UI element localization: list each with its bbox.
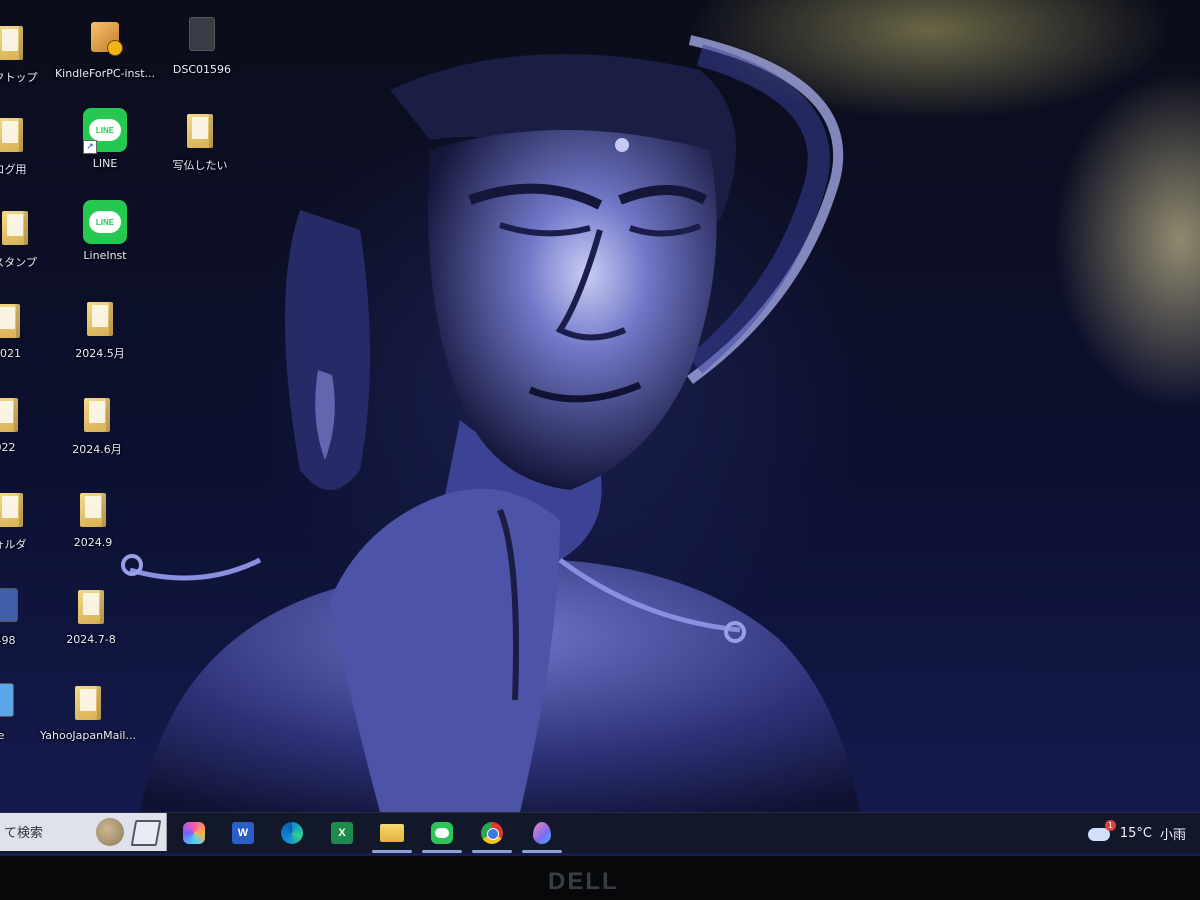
system-tray: 1 15°C 小雨 bbox=[1087, 813, 1186, 853]
taskbar-app-word[interactable]: W bbox=[227, 817, 259, 849]
taskbar-app-excel[interactable]: X bbox=[326, 817, 358, 849]
desktop-icon-label: DSC01596 bbox=[172, 63, 232, 76]
folder-icon bbox=[178, 108, 222, 154]
weather-widget-icon[interactable]: 1 bbox=[1087, 820, 1116, 842]
folder-icon bbox=[0, 487, 32, 533]
photo-icon bbox=[180, 14, 224, 60]
desktop-screen: スクトップ ログ用 スタンプ 2021 022 ォルダ 498 e Kindle… bbox=[0, 0, 1200, 856]
excel-icon: X bbox=[331, 822, 353, 844]
word-icon: W bbox=[232, 822, 254, 844]
running-indicator bbox=[372, 850, 412, 853]
folder-icon bbox=[71, 487, 115, 533]
monitor-brand-logo: DELL bbox=[548, 868, 619, 895]
desktop-icon-label: LINE bbox=[92, 157, 118, 170]
taskbar: て検索 W X 1 15°C 小雨 bbox=[0, 812, 1200, 853]
copilot-icon bbox=[183, 822, 205, 844]
desktop-icon[interactable]: DSC01596 bbox=[147, 14, 257, 76]
desktop-icon[interactable]: 2024.9 bbox=[38, 487, 148, 549]
desktop-icon-label: 2024.9 bbox=[73, 536, 113, 549]
desktop-icon[interactable]: 写仏したい bbox=[145, 108, 255, 173]
folder-icon bbox=[380, 824, 404, 842]
line-app-icon: LINE ↗ bbox=[83, 108, 127, 154]
taskbar-app-chrome[interactable] bbox=[472, 817, 512, 853]
folder-icon bbox=[0, 112, 32, 158]
taskbar-app-line[interactable] bbox=[422, 817, 462, 853]
desktop-icon[interactable]: KindleForPC-inst... bbox=[50, 18, 160, 80]
line-app-icon: LINE bbox=[83, 200, 127, 246]
weather-temperature[interactable]: 15°C bbox=[1120, 826, 1152, 841]
folder-icon bbox=[0, 298, 29, 344]
search-placeholder: て検索 bbox=[4, 826, 44, 841]
folder-icon bbox=[66, 680, 110, 726]
folder-icon bbox=[69, 584, 113, 630]
edge-icon bbox=[281, 822, 303, 844]
taskbar-app-droplet[interactable] bbox=[522, 817, 562, 853]
running-indicator bbox=[522, 850, 562, 853]
taskbar-app-edge[interactable] bbox=[276, 817, 308, 849]
desktop-icon-label: LineInst bbox=[83, 249, 127, 262]
desktop-icon-label: 写仏したい bbox=[172, 159, 228, 172]
folder-icon bbox=[0, 392, 27, 438]
taskbar-app-copilot[interactable] bbox=[178, 817, 210, 849]
running-indicator bbox=[472, 850, 512, 853]
desktop-icon[interactable]: YahooJapanMail... bbox=[33, 680, 143, 742]
desktop-icon[interactable]: 2024.6月 bbox=[42, 392, 152, 457]
folder-icon bbox=[0, 205, 37, 251]
droplet-icon bbox=[533, 822, 551, 844]
desktop-icon-label: 2024.5月 bbox=[75, 347, 125, 360]
desktop-icon-label: YahooJapanMail... bbox=[40, 729, 136, 742]
weather-condition[interactable]: 小雨 bbox=[1160, 824, 1186, 843]
taskbar-app-file-explorer[interactable] bbox=[372, 817, 412, 853]
desktop-icon[interactable]: LINE ↗ LINE bbox=[50, 108, 160, 170]
desktop-icon[interactable]: 2024.7-8 bbox=[36, 584, 146, 646]
search-widget-icon[interactable] bbox=[130, 820, 162, 846]
search-highlight-icon[interactable] bbox=[96, 818, 124, 846]
app-icon bbox=[0, 680, 23, 726]
chrome-icon bbox=[481, 822, 503, 844]
taskbar-search-box[interactable]: て検索 bbox=[0, 813, 167, 851]
folder-icon bbox=[75, 392, 119, 438]
desktop-icon[interactable]: 2024.5月 bbox=[45, 296, 155, 361]
line-icon bbox=[431, 822, 453, 844]
desktop-icon-label: KindleForPC-inst... bbox=[54, 67, 156, 80]
desktop-icon-label: 2024.6月 bbox=[72, 443, 122, 456]
app-icon bbox=[0, 585, 27, 631]
folder-icon bbox=[0, 20, 32, 66]
shortcut-arrow-icon: ↗ bbox=[83, 140, 97, 154]
folder-icon bbox=[78, 296, 122, 342]
desktop-icon-label: 2024.7-8 bbox=[66, 633, 116, 646]
installer-icon bbox=[83, 18, 127, 64]
desktop-icon[interactable]: LINE LineInst bbox=[50, 200, 160, 262]
notification-badge: 1 bbox=[1104, 820, 1116, 831]
running-indicator bbox=[422, 850, 462, 853]
